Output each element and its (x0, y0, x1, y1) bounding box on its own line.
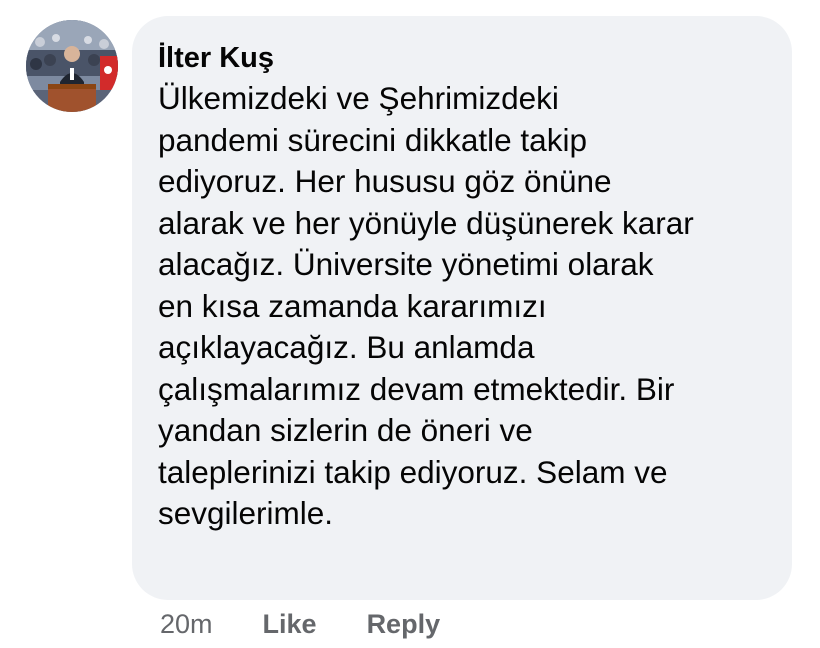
comment-line: sevgilerimle. (158, 495, 334, 531)
comment-screen: İlter Kuş Ülkemizdeki ve Şehrimizdeki pa… (0, 0, 820, 648)
like-button[interactable]: Like (263, 609, 317, 640)
comment-line: alacağız. Üniversite yönetimi olarak (158, 246, 654, 282)
comment-line: ediyoruz. Her hususu göz önüne (158, 163, 612, 199)
comment-line: taleplerinizi takip ediyoruz. Selam ve (158, 453, 668, 490)
comment-line: yandan sizlerin de öneri ve (158, 412, 533, 448)
comment-line: Ülkemizdeki ve Şehrimizdeki (158, 80, 559, 116)
author-name[interactable]: İlter Kuş (158, 40, 772, 76)
comment-line: alarak ve her yönüyle düşünerek karar (158, 204, 694, 241)
comment-line: çalışmalarımız devam etmektedir. Bir (158, 370, 675, 407)
avatar[interactable] (26, 20, 118, 112)
comment-line: pandemi sürecini dikkatle takip (158, 121, 587, 158)
comment-actions: 20m Like Reply (160, 604, 440, 644)
reply-button[interactable]: Reply (367, 609, 441, 640)
comment-line: en kısa zamanda kararımızı (158, 287, 547, 324)
avatar-photo-icon (26, 20, 118, 112)
comment-line: açıklayacağız. Bu anlamda (158, 329, 535, 365)
timestamp[interactable]: 20m (160, 609, 213, 640)
comment-bubble: İlter Kuş Ülkemizdeki ve Şehrimizdeki pa… (132, 16, 792, 600)
comment-text: Ülkemizdeki ve Şehrimizdeki pandemi süre… (158, 78, 772, 535)
